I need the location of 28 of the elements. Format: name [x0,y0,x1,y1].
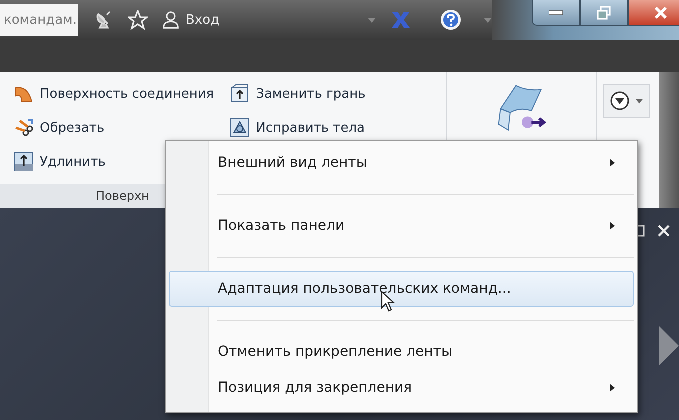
submenu-arrow-icon [610,222,615,230]
menu-item[interactable]: Показать панели [169,208,634,244]
help-icon[interactable] [440,9,462,31]
close-button[interactable] [628,0,679,26]
submenu-arrow-icon [610,384,615,392]
scissors-icon [14,118,34,138]
dropdown-button[interactable] [603,84,650,118]
ribbon-button[interactable]: Поверхность соединения [14,82,214,106]
menu-item[interactable]: Адаптация пользовательских команд... [169,271,634,307]
user-icon[interactable] [162,10,180,30]
menu-item[interactable]: Позиция для закрепления [169,370,634,406]
minimize-icon [548,10,563,16]
star-icon[interactable] [128,10,148,30]
ribbon-button[interactable]: Заменить грань [230,82,366,106]
restore-icon [596,6,611,20]
replace-face-icon [230,84,250,104]
caret-icon [636,98,643,104]
ribbon-button[interactable]: Исправить тела [230,116,366,140]
view-cube-icon[interactable] [659,326,679,366]
menu-item[interactable]: Отменить прикрепление ленты [169,334,634,370]
restore-button[interactable] [580,0,628,26]
repair-solid-icon [230,118,250,138]
close-icon [654,6,668,20]
sign-in-link[interactable]: Вход [186,12,220,28]
submenu-arrow-icon [610,159,615,167]
ribbon-button[interactable]: Обрезать [14,116,214,140]
minimize-button[interactable] [532,0,580,26]
search-field[interactable]: командам. [0,4,78,36]
